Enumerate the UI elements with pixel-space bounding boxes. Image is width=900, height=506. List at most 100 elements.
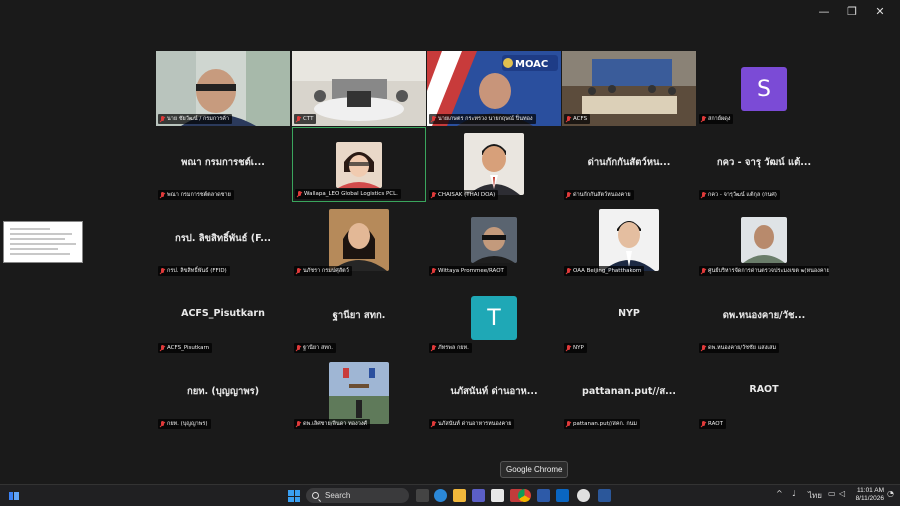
- participant-name-label: NYP: [564, 343, 587, 353]
- mic-muted-icon: [700, 420, 706, 428]
- participant-photo: [471, 217, 517, 263]
- participant-tile[interactable]: นาย ชัยวัฒน์ / กรมการค้า: [156, 51, 290, 126]
- edge-icon[interactable]: [434, 489, 447, 502]
- participant-name-label: Wallapa_LEO Global Logistics PCL.: [295, 189, 401, 199]
- participant-photo: [329, 209, 389, 271]
- start-button[interactable]: [288, 490, 300, 502]
- teams-icon[interactable]: [472, 489, 485, 502]
- participant-tile[interactable]: พณา กรมการชต์เ... พณา กรมการชต์ตลาดชาย: [156, 127, 290, 202]
- volume-icon[interactable]: ◁: [839, 489, 845, 498]
- active-app-icon[interactable]: [577, 489, 590, 502]
- participant-tile[interactable]: นภัสนันท์ ด่านอาห... นภัสนันท์ ด่านอาหาร…: [427, 356, 561, 431]
- mic-muted-icon: [295, 267, 301, 275]
- participant-tile[interactable]: NYP NYP: [562, 280, 696, 355]
- participant-tile[interactable]: นภัชรา กรมปศุสัตว์: [292, 203, 426, 278]
- participant-tile[interactable]: ดพ.เลิศชาย/ลินดา ทองวงศ์: [292, 356, 426, 431]
- participant-grid: นาย ชัยวัฒน์ / กรมการค้า CTT MOAC นายเกษ…: [156, 51, 837, 434]
- shared-window-thumbnail[interactable]: [3, 221, 83, 263]
- mic-muted-icon: [565, 420, 571, 428]
- participant-tile[interactable]: T ภัทรพล กยท.: [427, 280, 561, 355]
- participant-photo: [741, 217, 787, 263]
- participant-tile[interactable]: กรป. ลิขสิทธิ์พันธ์ (F... กรป. ลิขสิทธิ์…: [156, 203, 290, 278]
- participant-tile[interactable]: ศูนย์บริหารจัดการด่านตรวจประมงเขต ๒(หนอง…: [697, 203, 831, 278]
- participant-tile[interactable]: ด่านกักกันสัตว์หน... ด่านกักกันสัตว์หนอง…: [562, 127, 696, 202]
- mic-muted-icon: [295, 115, 301, 123]
- word-icon[interactable]: [598, 489, 611, 502]
- participant-photo: [599, 209, 659, 271]
- participant-display-name: ฐานียา สทก.: [332, 310, 386, 321]
- system-clock[interactable]: 11:01 AM 8/11/2026: [848, 487, 884, 503]
- window-controls: — ❐ ✕: [810, 4, 894, 18]
- participant-tile[interactable]: กคว - จารุ วัฒน์ แต้... กคว - จารุวัฒน์ …: [697, 127, 831, 202]
- participant-tile[interactable]: OAA Beijing_Phatthakorn: [562, 203, 696, 278]
- participant-name-label: ดพ.หนองคาย/วัชชัย แสงเสม: [699, 343, 780, 353]
- participant-name-label: CTT: [294, 114, 317, 124]
- mic-muted-icon: [430, 115, 436, 123]
- task-view-icon[interactable]: [416, 489, 429, 502]
- participant-tile-active-speaker[interactable]: Wallapa_LEO Global Logistics PCL.: [292, 127, 426, 202]
- participant-tile[interactable]: S สกาย์ผดุง: [697, 51, 831, 126]
- mic-muted-icon: [159, 115, 165, 123]
- participant-tile[interactable]: RAOT RAOT: [697, 356, 831, 431]
- participant-tile[interactable]: ดพ.หนองคาย/วัช... ดพ.หนองคาย/วัชชัย แสงเ…: [697, 280, 831, 355]
- notification-icon[interactable]: ◔: [887, 489, 894, 498]
- participant-name-label: ฐานียา สทก.: [294, 343, 337, 353]
- mic-muted-icon: [565, 115, 571, 123]
- mic-muted-icon: [700, 115, 706, 123]
- participant-display-name: ACFS_Pisutkarn: [181, 308, 265, 319]
- mic-muted-icon: [296, 190, 302, 198]
- mic-muted-icon: [565, 344, 571, 352]
- participant-name-label: กรป. ลิขสิทธิ์พันธ์ (FFID): [158, 266, 230, 276]
- participant-name-label: CHAISAK (THAI DOA): [429, 190, 499, 200]
- file-explorer-icon[interactable]: [453, 489, 466, 502]
- participant-display-name: พณา กรมการชต์เ...: [181, 157, 265, 168]
- participant-name-label: กยท. (บุญญาพร): [158, 419, 211, 429]
- participant-name-label: นภัชรา กรมปศุสัตว์: [294, 266, 352, 276]
- participant-tile[interactable]: CHAISAK (THAI DOA): [427, 127, 561, 202]
- participant-display-name: ดพ.หนองคาย/วัช...: [722, 310, 806, 321]
- participant-tile[interactable]: CTT: [292, 51, 426, 126]
- mic-muted-icon: [295, 344, 301, 352]
- mic-muted-icon: [430, 267, 436, 275]
- participant-display-name: RAOT: [749, 384, 779, 395]
- participant-name-label: พณา กรมการชต์ตลาดชาย: [158, 190, 234, 200]
- participant-tile[interactable]: กยท. (บุญญาพร) กยท. (บุญญาพร): [156, 356, 290, 431]
- network-icon[interactable]: ▭: [828, 489, 836, 498]
- participant-tile[interactable]: ACFS_Pisutkarn ACFS_Pisutkarn: [156, 280, 290, 355]
- participant-tile[interactable]: MOAC นายเกษตร กระทรวง นายกฤษณ์ ปิ่นทอง: [427, 51, 561, 126]
- participant-name-label: ACFS: [564, 114, 591, 124]
- outlook-icon[interactable]: [556, 489, 569, 502]
- participant-name-label: ACFS_Pisutkarn: [158, 343, 213, 353]
- participant-name-label: นาย ชัยวัฒน์ / กรมการค้า: [158, 114, 232, 124]
- participant-name-label: Wittaya Prommee/RAOT: [429, 266, 507, 276]
- participant-name-label: ศูนย์บริหารจัดการด่านตรวจประมงเขต ๒(หนอง…: [699, 266, 829, 276]
- search-icon: [312, 492, 319, 499]
- participant-display-name: นภัสนันท์ ด่านอาห...: [450, 386, 538, 397]
- close-button[interactable]: ✕: [866, 4, 894, 18]
- widgets-icon[interactable]: [8, 490, 20, 502]
- participant-avatar: S: [741, 67, 787, 111]
- notepad-icon[interactable]: [491, 489, 504, 502]
- mic-muted-icon: [430, 420, 436, 428]
- participant-photo: [329, 362, 389, 424]
- participant-tile[interactable]: pattanan.put//ส... pattanan.put//สคก. กน…: [562, 356, 696, 431]
- participant-display-name: ด่านกักกันสัตว์หน...: [587, 157, 671, 168]
- microphone-icon[interactable]: ♩: [792, 489, 796, 498]
- taskbar-search[interactable]: Search: [306, 488, 409, 503]
- chrome-icon[interactable]: [518, 489, 531, 502]
- taskbar-tooltip: Google Chrome: [500, 461, 569, 478]
- participant-name-label: สกาย์ผดุง: [699, 114, 734, 124]
- participant-tile[interactable]: ACFS: [562, 51, 696, 126]
- tray-chevron-icon[interactable]: ^: [776, 489, 783, 498]
- participant-avatar: T: [471, 296, 517, 340]
- restore-button[interactable]: ❐: [838, 4, 866, 18]
- language-indicator[interactable]: ไทย: [808, 489, 822, 502]
- participant-tile[interactable]: Wittaya Prommee/RAOT: [427, 203, 561, 278]
- participant-name-label: OAA Beijing_Phatthakorn: [564, 266, 645, 276]
- mic-muted-icon: [565, 191, 571, 199]
- participant-tile[interactable]: ฐานียา สทก. ฐานียา สทก.: [292, 280, 426, 355]
- zoom-icon[interactable]: [537, 489, 550, 502]
- participant-display-name: กรป. ลิขสิทธิ์พันธ์ (F...: [174, 233, 272, 244]
- minimize-button[interactable]: —: [810, 4, 838, 18]
- clock-time: 11:01 AM: [857, 487, 884, 494]
